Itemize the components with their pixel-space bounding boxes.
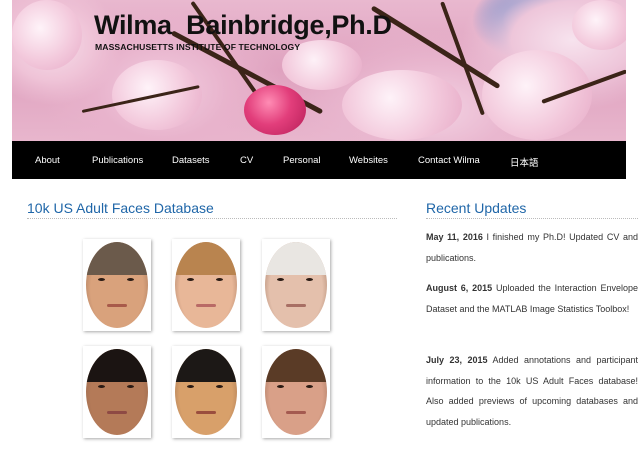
- face-hair: [86, 349, 148, 382]
- face-mouth: [196, 410, 216, 414]
- face-image[interactable]: [172, 346, 240, 438]
- face-hair: [175, 349, 237, 382]
- update-item: May 11, 2016 I finished my Ph.D! Updated…: [426, 227, 638, 268]
- face-eye: [305, 278, 313, 282]
- face-eye: [277, 278, 285, 282]
- main-nav: About Publications Datasets CV Personal …: [12, 141, 626, 179]
- site-title[interactable]: Wilma Bainbridge,Ph.D: [94, 10, 392, 41]
- blossom-decoration: [342, 70, 462, 140]
- update-text: Added annotations and participant inform…: [426, 355, 639, 428]
- update-date: July 23, 2015: [426, 355, 488, 365]
- face-eye: [126, 385, 134, 389]
- update-item: July 23, 2015 Added annotations and part…: [426, 350, 638, 433]
- face-eye: [187, 385, 195, 389]
- face-image[interactable]: [262, 346, 330, 438]
- face-image[interactable]: [172, 239, 240, 331]
- nav-item-japanese[interactable]: 日本語: [510, 155, 539, 169]
- face-oval: [265, 349, 327, 435]
- blossom-decoration: [572, 0, 626, 50]
- blossom-decoration: [12, 0, 82, 70]
- face-eye: [126, 278, 134, 282]
- face-hair: [265, 242, 327, 275]
- main-title: 10k US Adult Faces Database: [27, 200, 214, 216]
- face-hair: [86, 242, 148, 275]
- face-eye: [215, 385, 223, 389]
- face-oval: [175, 349, 237, 435]
- face-oval: [86, 242, 148, 328]
- face-mouth: [107, 410, 127, 414]
- face-image[interactable]: [83, 239, 151, 331]
- face-oval: [175, 242, 237, 328]
- nav-item-about[interactable]: About: [35, 155, 60, 166]
- face-hair: [175, 242, 237, 275]
- face-eye: [187, 278, 195, 282]
- blossom-decoration: [482, 50, 592, 140]
- update-item: August 6, 2015 Uploaded the Interaction …: [426, 278, 638, 319]
- nav-item-websites[interactable]: Websites: [349, 155, 388, 166]
- main-title-divider: [27, 218, 397, 219]
- face-mouth: [286, 410, 306, 414]
- face-eye: [305, 385, 313, 389]
- face-eye: [98, 385, 106, 389]
- update-date: August 6, 2015: [426, 283, 493, 293]
- face-eye: [98, 278, 106, 282]
- face-mouth: [107, 303, 127, 307]
- nav-item-datasets[interactable]: Datasets: [172, 155, 210, 166]
- face-oval: [265, 242, 327, 328]
- face-eye: [277, 385, 285, 389]
- face-mouth: [286, 303, 306, 307]
- nav-item-personal[interactable]: Personal: [283, 155, 321, 166]
- sidebar-title-divider: [426, 218, 638, 219]
- header-banner: Wilma Bainbridge,Ph.D MASSACHUSETTS INST…: [12, 0, 626, 141]
- nav-item-cv[interactable]: CV: [240, 155, 253, 166]
- pink-bud-decoration: [244, 85, 306, 135]
- face-mouth: [196, 303, 216, 307]
- sidebar-title: Recent Updates: [426, 200, 527, 216]
- update-date: May 11, 2016: [426, 232, 483, 242]
- face-hair: [265, 349, 327, 382]
- face-eye: [215, 278, 223, 282]
- face-image[interactable]: [83, 346, 151, 438]
- face-oval: [86, 349, 148, 435]
- nav-item-publications[interactable]: Publications: [92, 155, 143, 166]
- nav-item-contact[interactable]: Contact Wilma: [418, 155, 480, 166]
- site-subtitle: MASSACHUSETTS INSTITUTE OF TECHNOLOGY: [95, 42, 301, 52]
- face-image[interactable]: [262, 239, 330, 331]
